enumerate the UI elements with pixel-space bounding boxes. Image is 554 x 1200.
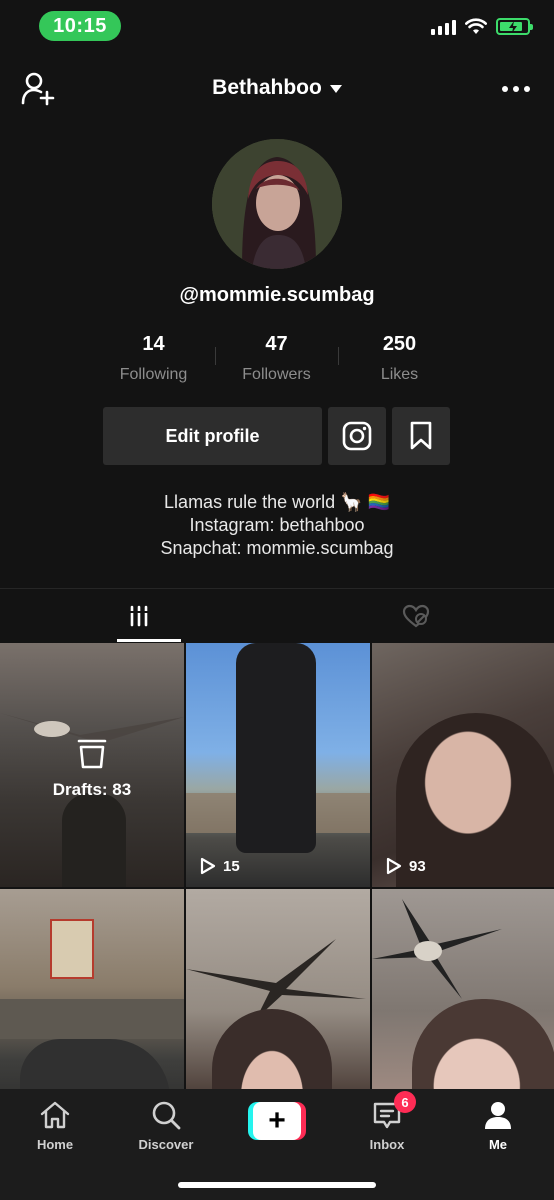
profile-handle: @mommie.scumbag [179,284,375,306]
stat-following-count: 14 [142,333,165,355]
caret-down-icon [329,85,342,93]
nav-home[interactable]: Home [0,1097,110,1152]
person-face [412,999,554,1089]
profile-bio: Llamas rule the world 🦙 🏳️‍🌈 Instagram: … [0,491,554,560]
liked-videos-icon [402,604,429,628]
shelf [0,999,184,1039]
stat-likes[interactable]: 250 Likes [338,333,461,384]
status-icons [431,18,533,35]
person-silhouette [20,1039,170,1089]
more-icon[interactable] [502,86,530,92]
play-count-value: 93 [409,857,426,875]
video-tile[interactable] [372,889,554,1089]
search-icon [152,1101,181,1130]
grid-icon [128,605,149,627]
signal-icon [431,19,456,35]
inbox-badge: 6 [394,1091,416,1113]
tab-videos[interactable] [0,589,277,643]
bio-line: Snapchat: mommie.scumbag [160,538,394,558]
edit-profile-button[interactable]: Edit profile [103,407,322,465]
wifi-icon [465,18,487,34]
home-icon [40,1101,70,1129]
play-count: 15 [200,857,240,875]
nav-inbox[interactable]: 6 Inbox [332,1091,442,1152]
ceiling-fan-image [372,899,502,999]
bookmark-icon [410,421,432,450]
drafts-tile[interactable]: Drafts: 83 [0,643,184,887]
profile-stats: 14 Following 47 Followers 250 Likes [92,333,462,384]
status-bar: 10:15 [0,0,554,52]
drafts-overlay: Drafts: 83 [0,739,184,800]
status-time: 10:15 [39,11,121,41]
stat-likes-label: Likes [380,366,419,383]
tab-liked[interactable] [277,589,554,643]
instagram-icon [342,421,372,451]
profile-header: Bethahboo [0,62,554,116]
avatar[interactable] [212,139,342,269]
favorites-button[interactable] [392,407,450,465]
instagram-button[interactable] [328,407,386,465]
stat-followers[interactable]: 47 Followers [215,333,338,384]
stat-following[interactable]: 14 Following [92,333,215,384]
video-tile[interactable] [0,889,184,1089]
video-tile[interactable] [186,889,370,1089]
play-count-value: 15 [223,857,240,875]
create-button[interactable]: + [248,1102,306,1140]
video-tile[interactable]: 93 [372,643,554,887]
cereal-box [50,919,94,979]
nav-discover[interactable]: Discover [111,1097,221,1152]
video-grid: Drafts: 83 15 93 [0,643,554,1089]
play-count: 93 [386,857,426,875]
play-icon [386,857,402,875]
person-silhouette [236,643,316,853]
drafts-icon [77,739,107,769]
play-icon [200,857,216,875]
person-silhouette [62,793,126,887]
drafts-count: Drafts: 83 [52,780,132,799]
header-username: Bethahboo [212,76,322,99]
video-tile[interactable]: 15 [186,643,370,887]
plus-icon: + [253,1102,301,1140]
stat-followers-count: 47 [265,333,288,355]
battery-icon [496,18,533,35]
home-indicator[interactable] [178,1182,376,1188]
stat-followers-label: Followers [242,366,311,383]
active-tab-indicator [117,639,181,642]
profile-icon [485,1102,511,1129]
nav-home-label: Home [36,1137,74,1152]
nav-me-label: Me [488,1137,508,1152]
stat-following-label: Following [119,366,188,383]
stat-likes-count: 250 [382,333,417,355]
nav-discover-label: Discover [138,1137,194,1152]
profile-tabs [0,588,554,642]
avatar-image [212,139,342,269]
person-face [212,1009,332,1089]
bio-line: Llamas rule the world 🦙 🏳️‍🌈 [164,492,390,512]
nav-me[interactable]: Me [443,1097,553,1152]
account-switcher[interactable]: Bethahboo [0,76,554,100]
ceiling-fan-image [186,939,366,1019]
nav-inbox-label: Inbox [369,1137,405,1152]
bio-line: Instagram: bethahboo [189,515,365,535]
